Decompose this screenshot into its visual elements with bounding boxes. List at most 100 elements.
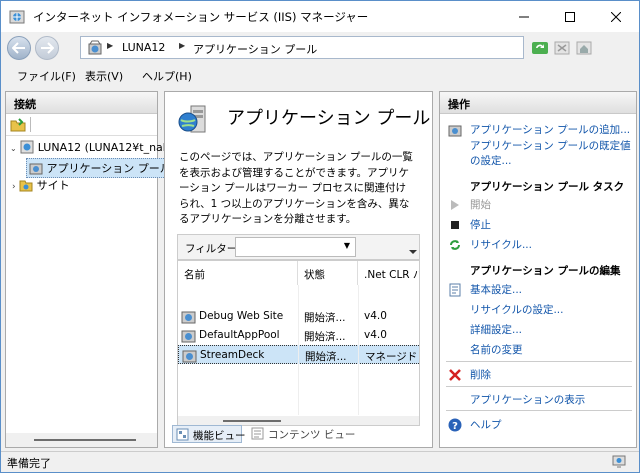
sort-asc-icon: ^ bbox=[233, 260, 241, 267]
pool-state: 開始済... bbox=[304, 331, 346, 343]
help-icon: ? bbox=[448, 418, 462, 432]
action-recycle-settings[interactable]: リサイクルの設定... bbox=[446, 302, 634, 318]
column-divider bbox=[298, 285, 299, 415]
actions-divider bbox=[446, 386, 632, 387]
tree-server-label: LUNA12 (LUNA12¥t_nak) bbox=[37, 141, 174, 154]
scrollbar-thumb[interactable] bbox=[223, 420, 281, 422]
pool-state: 開始済... bbox=[305, 351, 347, 363]
feature-pane: アプリケーション プール このページでは、アプリケーション プールの一覧を表示お… bbox=[164, 91, 433, 448]
app-pools-large-icon bbox=[178, 105, 206, 133]
svg-text:?: ? bbox=[452, 421, 458, 432]
toolbar-divider bbox=[30, 117, 31, 132]
stop-square-icon bbox=[451, 221, 459, 229]
edit-section-header: アプリケーション プールの編集 bbox=[470, 265, 621, 277]
dropdown-arrow-icon[interactable]: ▼ bbox=[344, 241, 350, 250]
tab-features-label: 機能ビュー bbox=[193, 430, 246, 442]
pool-clr: マネージド コ bbox=[365, 351, 419, 363]
tree-app-pools-label: アプリケーション プール bbox=[46, 162, 171, 175]
filter-input[interactable]: ▼ bbox=[235, 237, 356, 257]
tree-sites-node[interactable]: › サイト bbox=[12, 177, 70, 193]
app-pools-icon bbox=[88, 40, 102, 55]
action-remove[interactable]: 削除 bbox=[446, 367, 634, 383]
filter-options-button[interactable] bbox=[408, 238, 418, 256]
pool-clr: v4.0 bbox=[364, 329, 387, 341]
column-divider bbox=[358, 285, 359, 415]
app-pools-list: 名前 状態 .Net CLR バ ^ Debug Web Site 開始済...… bbox=[177, 260, 420, 426]
tab-content-view[interactable]: コンテンツ ビュー bbox=[248, 425, 355, 443]
window-title: インターネット インフォメーション サービス (IIS) マネージャー bbox=[33, 10, 369, 24]
close-button[interactable] bbox=[593, 1, 639, 32]
forward-button[interactable] bbox=[35, 36, 59, 60]
action-stop[interactable]: 停止 bbox=[446, 217, 634, 233]
action-advanced-settings[interactable]: 詳細設定... bbox=[446, 322, 634, 338]
refresh-icon[interactable] bbox=[531, 39, 549, 57]
back-button[interactable] bbox=[7, 36, 31, 60]
feature-title: アプリケーション プール bbox=[227, 108, 431, 129]
add-app-pool-icon bbox=[448, 125, 462, 137]
filter-label: フィルター: bbox=[185, 243, 241, 255]
column-header-clr[interactable]: .Net CLR バ bbox=[358, 261, 419, 285]
tree-sites-label: サイト bbox=[36, 179, 70, 192]
app-pool-icon bbox=[181, 311, 196, 324]
tasks-section-header: アプリケーション プール タスク bbox=[470, 181, 625, 193]
status-bar: 準備完了 bbox=[1, 451, 639, 472]
actions-divider bbox=[446, 410, 632, 411]
stop-icon[interactable] bbox=[553, 39, 571, 57]
server-icon bbox=[20, 140, 34, 154]
tree-app-pools-node[interactable]: アプリケーション プール bbox=[26, 158, 174, 178]
menu-bar: ファイル(F) 表示(V) ヘルプ(H) bbox=[1, 63, 639, 87]
connections-toolbar bbox=[6, 114, 157, 136]
menu-view[interactable]: 表示(V) bbox=[85, 68, 123, 84]
action-add-pool[interactable]: アプリケーション プールの追加... bbox=[446, 122, 634, 138]
chevron-down-icon bbox=[409, 250, 417, 254]
action-rename[interactable]: 名前の変更 bbox=[446, 342, 634, 358]
connect-icon[interactable] bbox=[10, 117, 26, 133]
status-text: 準備完了 bbox=[7, 457, 51, 470]
content-view-icon bbox=[251, 427, 264, 440]
actions-pane: 操作 アプリケーション プールの追加... アプリケーション プールの既定値 の… bbox=[439, 91, 637, 448]
action-help[interactable]: ? ヘルプ bbox=[446, 417, 634, 433]
breadcrumb-separator: ▶ bbox=[107, 41, 114, 50]
menu-help[interactable]: ヘルプ(H) bbox=[142, 68, 192, 84]
home-icon[interactable] bbox=[575, 39, 593, 57]
iis-app-icon bbox=[9, 10, 25, 24]
close-icon bbox=[611, 11, 621, 22]
action-view-apps[interactable]: アプリケーションの表示 bbox=[446, 392, 634, 408]
tab-content-label: コンテンツ ビュー bbox=[268, 429, 356, 441]
pool-name: DefaultAppPool bbox=[199, 329, 280, 341]
pool-name: StreamDeck bbox=[200, 349, 265, 361]
connections-pane: 接続 ⌄ LUNA12 (LUNA12¥t_nak) アプリケーション プール bbox=[5, 91, 174, 448]
tab-features-view[interactable]: 機能ビュー bbox=[172, 425, 246, 443]
settings-page-icon bbox=[449, 283, 461, 297]
address-box[interactable]: ▶ LUNA12 ▶ アプリケーション プール bbox=[80, 36, 524, 59]
address-bar: ▶ LUNA12 ▶ アプリケーション プール ? bbox=[1, 32, 639, 85]
title-bar: インターネット インフォメーション サービス (IIS) マネージャー bbox=[1, 1, 639, 32]
sites-folder-icon bbox=[19, 180, 33, 192]
actions-header: 操作 bbox=[440, 92, 636, 114]
maximize-button[interactable] bbox=[547, 1, 593, 32]
table-row[interactable]: DefaultAppPool 開始済... v4.0 bbox=[178, 326, 419, 345]
connections-header: 接続 bbox=[6, 92, 157, 114]
minimize-button[interactable] bbox=[501, 1, 547, 32]
horizontal-scrollbar[interactable] bbox=[6, 433, 157, 447]
breadcrumb-server[interactable]: LUNA12 bbox=[122, 41, 165, 54]
menu-file[interactable]: ファイル(F) bbox=[17, 68, 76, 84]
feature-description: このページでは、アプリケーション プールの一覧を表示および管理することができます… bbox=[179, 151, 413, 225]
table-row-selected[interactable]: StreamDeck 開始済... マネージド コ bbox=[178, 345, 419, 364]
action-basic-settings[interactable]: 基本設定... bbox=[446, 282, 634, 298]
app-pools-icon bbox=[29, 163, 43, 175]
expand-chevron-icon[interactable]: › bbox=[12, 182, 16, 192]
collapse-chevron-icon[interactable]: ⌄ bbox=[10, 144, 17, 153]
breadcrumb-separator: ▶ bbox=[179, 41, 186, 50]
arrow-right-icon bbox=[41, 42, 54, 54]
app-pool-icon bbox=[181, 330, 196, 343]
tree-server-node[interactable]: ⌄ LUNA12 (LUNA12¥t_nak) bbox=[10, 140, 173, 154]
features-view-icon bbox=[176, 428, 189, 441]
scrollbar-thumb[interactable] bbox=[34, 439, 136, 441]
action-set-defaults[interactable]: アプリケーション プールの既定値 の設定... bbox=[446, 138, 634, 172]
breadcrumb-app-pools[interactable]: アプリケーション プール bbox=[193, 41, 317, 57]
action-start[interactable]: 開始 bbox=[446, 197, 634, 213]
action-recycle[interactable]: リサイクル... bbox=[446, 237, 634, 253]
table-row[interactable]: Debug Web Site 開始済... v4.0 bbox=[178, 307, 419, 326]
column-header-state[interactable]: 状態 bbox=[298, 261, 358, 285]
